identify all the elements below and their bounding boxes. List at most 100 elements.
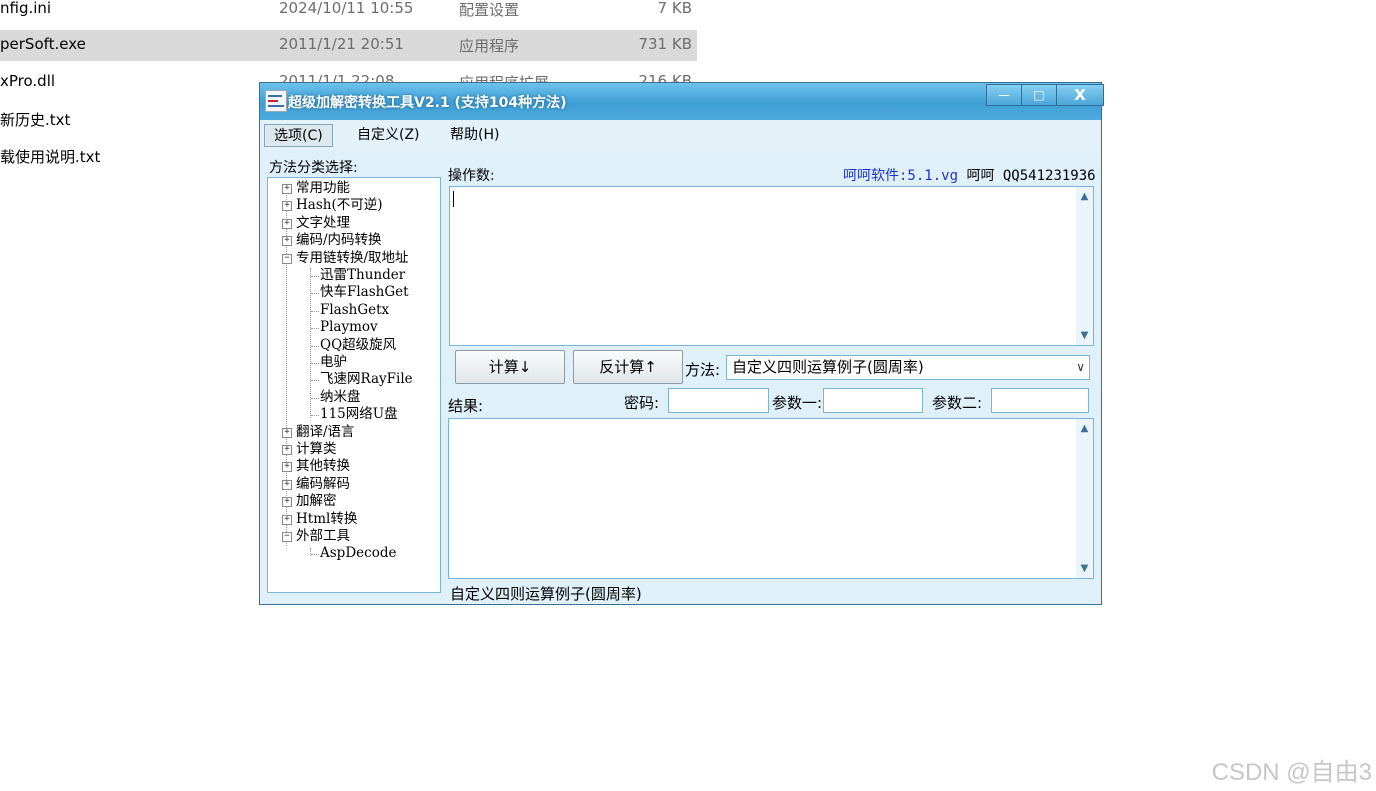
operand-label: 操作数: [448, 168, 495, 184]
expand-icon[interactable]: + [282, 218, 292, 229]
tree-line [310, 268, 311, 418]
file-name: 载使用说明.txt [0, 148, 101, 166]
file-size: 7 KB [657, 0, 692, 17]
tree-node-label: 常用功能 [296, 180, 350, 196]
tree-node-label: 计算类 [296, 441, 337, 457]
window-title: 超级加解密转换工具V2.1 (支持104种方法) [288, 95, 567, 111]
file-date: 2011/1/21 20:51 [279, 35, 404, 53]
operand-scrollbar[interactable]: ▲ ▼ [1076, 187, 1093, 345]
tree-node-label: 迅雷Thunder [320, 267, 406, 283]
tree-node-label: Hash(不可逆) [296, 197, 383, 214]
close-icon: X [1074, 86, 1086, 104]
tree-node-label: 飞速网RayFile [320, 371, 413, 388]
promo-link[interactable]: 呵呵软件:5.1.vg [843, 168, 958, 184]
method-value: 自定义四则运算例子(圆周率) [732, 358, 924, 376]
tree-connector [311, 380, 319, 382]
param1-input[interactable] [823, 388, 923, 413]
file-date: 2024/10/11 10:55 [279, 0, 414, 17]
method-select[interactable]: 自定义四则运算例子(圆周率) ∨ [726, 355, 1090, 380]
expand-icon[interactable]: + [282, 427, 292, 438]
tree-node-label: 翻译/语言 [296, 423, 355, 440]
tree-node-label: 加解密 [296, 493, 337, 510]
tree-connector [311, 293, 319, 295]
tree-connector [311, 345, 319, 347]
param2-input[interactable] [991, 388, 1089, 413]
tree-node-label: 编码解码 [296, 475, 350, 492]
tree-node-label: 文字处理 [296, 214, 350, 231]
file-name: xPro.dll [0, 72, 56, 90]
menu-bar: 选项(C) 自定义(Z) 帮助(H) [260, 120, 1101, 150]
app-icon [265, 90, 287, 112]
scroll-up-icon[interactable]: ▲ [1077, 421, 1092, 436]
tree-node-label: QQ超级旋风 [320, 336, 397, 353]
operand-textarea[interactable]: ▲ ▼ [449, 186, 1094, 346]
tree-node-label: 纳米盘 [320, 388, 361, 405]
collapse-icon[interactable]: − [282, 532, 292, 542]
promo-text: 呵呵软件:5.1.vg 呵呵 QQ541231936 [843, 165, 1096, 185]
status-text: 自定义四则运算例子(圆周率) [450, 585, 642, 603]
result-textarea[interactable]: ▲ ▼ [448, 418, 1094, 579]
tree-connector [311, 363, 319, 364]
menu-help[interactable]: 帮助(H) [441, 124, 508, 147]
tree-node-label: 快车FlashGet [320, 284, 409, 301]
file-size: 731 KB [638, 35, 692, 53]
chevron-down-icon: ∨ [1076, 360, 1085, 374]
expand-icon[interactable]: + [282, 445, 292, 455]
expand-icon[interactable]: + [282, 236, 292, 247]
tree-node-label: 外部工具 [296, 528, 350, 544]
password-label: 密码: [624, 394, 660, 412]
expand-icon[interactable]: + [282, 497, 292, 508]
tree-connector [311, 397, 319, 399]
tree-node-label: Html转换 [296, 510, 358, 527]
menu-custom[interactable]: 自定义(Z) [348, 124, 429, 147]
tree-node-label: 其他转换 [296, 458, 350, 475]
method-tree[interactable]: + 常用功能 + Hash(不可逆) + 文字处理 + 编码/内码转换 − 专用链转换/取地址 迅雷… [267, 177, 441, 593]
file-name: 新历史.txt [0, 111, 71, 129]
file-row[interactable]: nfig.ini 2024/10/11 10:55 配置设置 7 KB [0, 0, 697, 25]
close-button[interactable]: X [1056, 84, 1104, 106]
file-name: perSoft.exe [0, 35, 86, 53]
expand-icon[interactable]: + [282, 184, 292, 194]
maximize-button[interactable]: □ [1021, 84, 1057, 106]
scroll-down-icon[interactable]: ▼ [1077, 561, 1092, 576]
tree-node-label: Playmov [320, 319, 378, 336]
tree-connector [311, 554, 319, 556]
menu-options[interactable]: 选项(C) [264, 124, 333, 147]
file-type: 应用程序 [459, 37, 520, 55]
tree-node-label: AspDecode [320, 545, 397, 562]
tree-node-label: FlashGetx [320, 301, 390, 318]
password-input[interactable] [668, 388, 769, 413]
tree-node-label: 电驴 [320, 354, 347, 370]
method-label: 方法: [685, 361, 721, 379]
tree-connector [311, 276, 319, 277]
tree-node-label: 专用链转换/取地址 [296, 249, 409, 266]
title-bar[interactable]: 超级加解密转换工具V2.1 (支持104种方法) — □ X [260, 83, 1104, 120]
watermark: CSDN @自由3 [1211, 759, 1372, 786]
result-label: 结果: [448, 397, 484, 415]
file-name: nfig.ini [0, 0, 52, 17]
tree-connector [311, 328, 319, 330]
param1-label: 参数一: [772, 394, 823, 412]
expand-icon[interactable]: + [282, 462, 292, 473]
reverse-calc-button[interactable]: 反计算↑ [573, 350, 683, 384]
tree-label: 方法分类选择: [269, 160, 358, 176]
app-window: 超级加解密转换工具V2.1 (支持104种方法) — □ X 选项(C) 自定义… [259, 82, 1104, 605]
file-type: 配置设置 [459, 1, 520, 19]
param2-label: 参数二: [932, 394, 983, 412]
expand-icon[interactable]: + [282, 201, 292, 212]
minimize-icon: — [998, 88, 1010, 102]
expand-icon[interactable]: + [282, 514, 292, 525]
text-caret [453, 191, 454, 207]
result-scrollbar[interactable]: ▲ ▼ [1076, 419, 1093, 578]
tree-connector [311, 415, 319, 417]
collapse-icon[interactable]: − [282, 253, 292, 264]
file-row[interactable]: perSoft.exe 2011/1/21 20:51 应用程序 731 KB [0, 30, 697, 61]
tree-node-label: 编码/内码转换 [296, 232, 382, 249]
expand-icon[interactable]: + [282, 479, 292, 490]
calc-button[interactable]: 计算↓ [455, 350, 565, 384]
scroll-down-icon[interactable]: ▼ [1077, 328, 1092, 343]
maximize-icon: □ [1033, 88, 1045, 102]
tree-connector [311, 310, 319, 312]
minimize-button[interactable]: — [986, 84, 1022, 106]
scroll-up-icon[interactable]: ▲ [1077, 189, 1092, 204]
